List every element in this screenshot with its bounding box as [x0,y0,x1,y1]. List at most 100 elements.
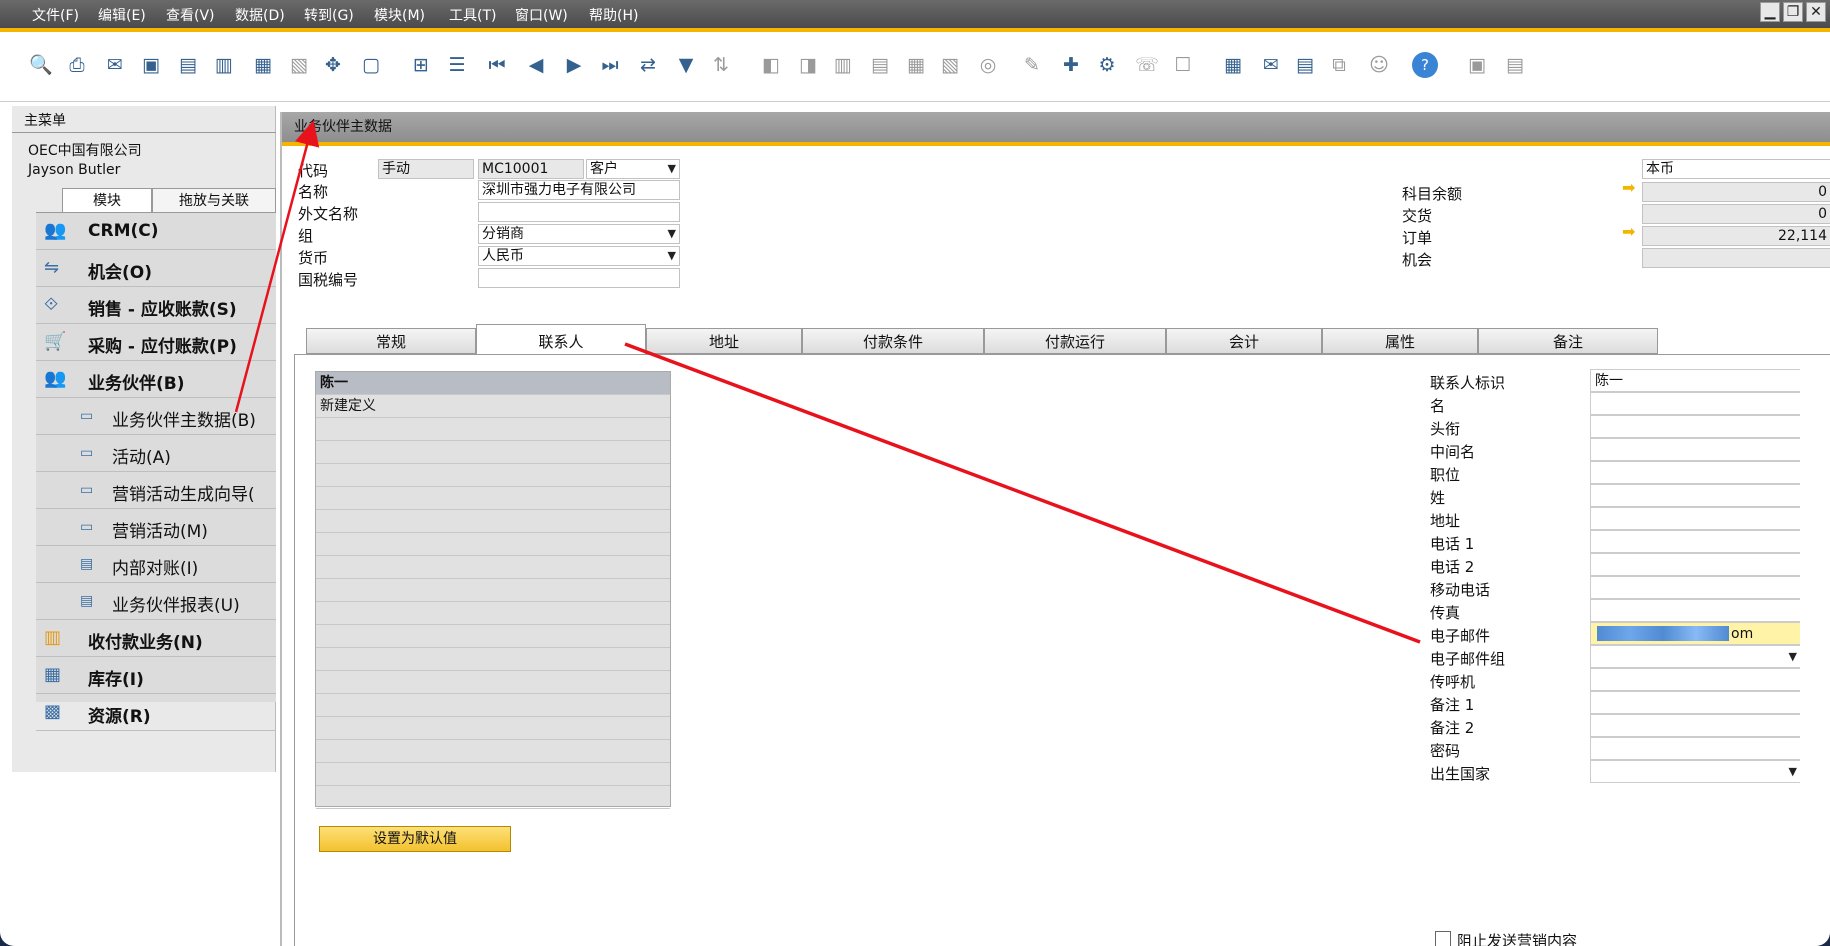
sidebar-item[interactable]: ▩ 资源(R) [36,694,276,731]
refresh-icon[interactable]: ⇄ [635,52,661,78]
list-item[interactable] [316,418,670,441]
contact-field-value[interactable] [1590,461,1800,484]
list-item[interactable] [316,464,670,487]
code-field[interactable]: MC10001 [478,159,584,179]
user-icon[interactable]: ☺ [1366,52,1392,78]
list-item[interactable] [316,625,670,648]
chart-icon[interactable]: ▦ [903,52,929,78]
sidebar-item[interactable]: ▭ 营销活动(M) [36,509,276,546]
message-icon[interactable]: ☏ [1134,52,1160,78]
contact-field-value[interactable] [1590,714,1800,737]
list-item[interactable] [316,441,670,464]
contact-field-value[interactable] [1590,507,1800,530]
contact-field-value[interactable]: om [1590,622,1800,645]
help-icon[interactable]: ? [1412,52,1438,78]
contact-field-value[interactable] [1590,737,1800,760]
menu-item[interactable]: 查看(V) [166,5,215,25]
hierarchy-icon[interactable]: ⧉ [1326,52,1352,78]
list-item[interactable] [316,717,670,740]
form-tab[interactable]: 属性 [1322,328,1478,354]
contact-field-value[interactable] [1590,576,1800,599]
tab-modules[interactable]: 模块 [62,188,152,213]
menu-item[interactable]: 窗口(W) [515,5,568,25]
list-icon[interactable]: ☰ [444,52,470,78]
print-preview-icon[interactable]: 🔍 [28,52,54,78]
foreign-name-field[interactable] [478,202,680,222]
minimize-icon[interactable]: ▁ [1760,2,1780,22]
journal-icon[interactable]: ▤ [867,52,893,78]
menu-item[interactable]: 数据(D) [235,5,285,25]
last-record-icon[interactable]: ⏭ [597,52,623,78]
contact-field-value[interactable] [1590,599,1800,622]
find-icon[interactable]: ⊞ [408,52,434,78]
filter-icon[interactable]: ▼ [673,52,699,78]
export-word-icon[interactable]: ▥ [211,52,237,78]
form-tab[interactable]: 备注 [1478,328,1658,354]
menu-item[interactable]: 文件(F) [32,5,79,25]
sidebar-item[interactable]: 👥 业务伙伴(B) [36,361,276,398]
doc-icon[interactable]: ▧ [286,52,312,78]
contact-field-value[interactable] [1590,438,1800,461]
restore-icon[interactable]: ❐ [1783,2,1803,22]
contact-field-value[interactable] [1590,691,1800,714]
list-item[interactable] [316,740,670,763]
close-icon[interactable]: ✕ [1806,2,1826,22]
set-default-button[interactable]: 设置为默认值 [319,826,511,852]
print-icon[interactable]: ⎙ [64,52,90,78]
contact-field-value[interactable] [1590,668,1800,691]
list-item[interactable] [316,602,670,625]
contact-field-value[interactable] [1590,760,1800,783]
sidebar-item[interactable]: ▤ 业务伙伴报表(U) [36,583,276,620]
sort-icon[interactable]: ⇅ [708,52,734,78]
sidebar-item[interactable]: ⟐ 销售 - 应收账款(S) [36,287,276,324]
group-select[interactable]: 分销商 [478,224,680,244]
code-series-field[interactable]: 手动 [378,159,474,179]
local-currency-field[interactable]: 本币 [1642,159,1830,179]
menu-item[interactable]: 工具(T) [449,5,496,25]
list-item[interactable] [316,694,670,717]
mail-icon[interactable]: ✉ [1258,52,1284,78]
calendar-icon[interactable]: ▦ [1220,52,1246,78]
list-item[interactable] [316,510,670,533]
form-tab[interactable]: 付款运行 [984,328,1166,354]
sidebar-item[interactable]: ▭ 营销活动生成向导( [36,472,276,509]
db-icon[interactable]: ▤ [1502,52,1528,78]
link-arrow-icon[interactable]: ➡ [1622,222,1635,241]
form-tab[interactable]: 地址 [646,328,802,354]
sidebar-item[interactable]: ▭ 活动(A) [36,435,276,472]
form-tab[interactable]: 会计 [1166,328,1322,354]
menu-item[interactable]: 编辑(E) [98,5,146,25]
list-item[interactable] [316,487,670,510]
list-item[interactable] [316,579,670,602]
layout-icon[interactable]: ▧ [937,52,963,78]
list-item[interactable] [316,763,670,786]
form-tab[interactable]: 常规 [306,328,476,354]
sidebar-item[interactable]: 👥 CRM(C) [36,213,276,250]
lock-icon[interactable]: ▢ [358,52,384,78]
contact-field-value[interactable] [1590,415,1800,438]
sidebar-item[interactable]: 🛒 采购 - 应付账款(P) [36,324,276,361]
sidebar-item[interactable]: ▦ 库存(I) [36,657,276,694]
query-icon[interactable]: ◎ [975,52,1001,78]
contact-field-value[interactable]: 陈一 [1590,369,1800,392]
stock-icon[interactable]: ▥ [830,52,856,78]
export-excel-icon[interactable]: ▤ [175,52,201,78]
sidebar-item[interactable]: ▤ 内部对账(I) [36,546,276,583]
target-doc-icon[interactable]: ◨ [795,52,821,78]
list-item[interactable] [316,648,670,671]
menu-item[interactable]: 模块(M) [374,5,425,25]
menu-item[interactable]: 帮助(H) [589,5,638,25]
contact-field-value[interactable] [1590,484,1800,507]
email-icon[interactable]: ✉ [102,52,128,78]
name-field[interactable]: 深圳市强力电子有限公司 [478,180,680,200]
list-item[interactable] [316,671,670,694]
prev-record-icon[interactable]: ◀ [523,52,549,78]
first-record-icon[interactable]: ⏮ [484,52,510,78]
list-item[interactable]: 陈一 [316,372,670,395]
list-item[interactable] [316,786,670,809]
tax-id-field[interactable] [478,268,680,288]
currency-select[interactable]: 人民币 [478,246,680,266]
contact-field-value[interactable] [1590,553,1800,576]
contact-field-value[interactable] [1590,530,1800,553]
base-doc-icon[interactable]: ◧ [758,52,784,78]
